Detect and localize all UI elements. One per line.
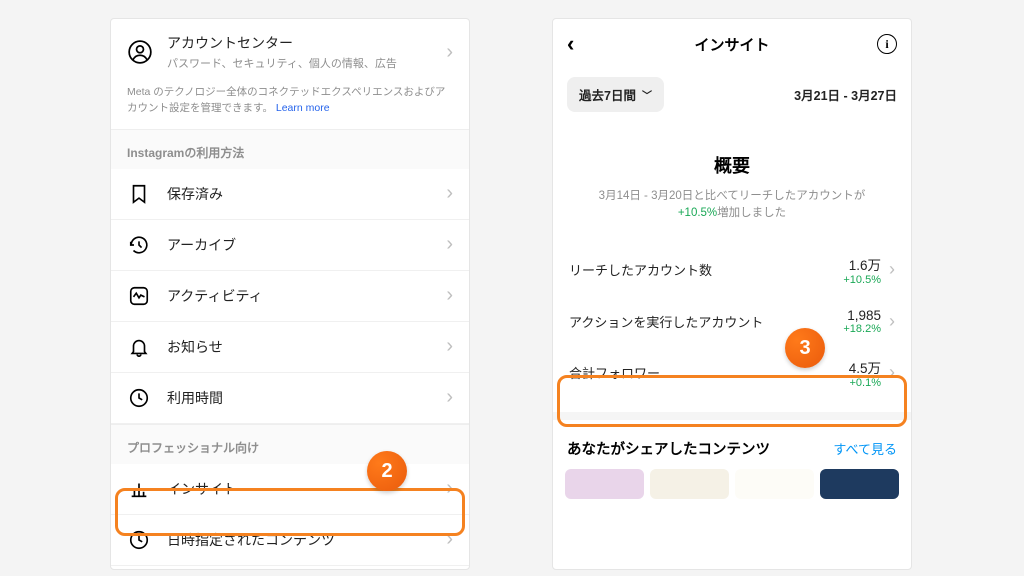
insights-icon (127, 477, 151, 501)
chevron-right-icon: › (446, 528, 453, 551)
section-divider (553, 412, 911, 420)
menu-notifications[interactable]: お知らせ › (111, 322, 469, 373)
content-card[interactable] (650, 469, 729, 499)
date-range-label: 3月21日 - 3月27日 (794, 85, 897, 104)
stat-total-followers[interactable]: 合計フォロワー 4.5万 +0.1% › (553, 346, 911, 400)
overview-subtext: 3月14日 - 3月20日と比べてリーチしたアカウントが +10.5%増加しまし… (553, 188, 911, 243)
stat-reached-accounts[interactable]: リーチしたアカウント数 1.6万 +10.5% › (553, 243, 911, 297)
step-badge-3: 3 (785, 328, 825, 368)
menu-saved[interactable]: 保存済み › (111, 169, 469, 220)
overview-heading: 概要 (553, 128, 911, 188)
chevron-right-icon: › (446, 182, 453, 205)
shared-content-cards (553, 469, 911, 499)
shared-content-title: あなたがシェアしたコンテンツ (567, 438, 833, 459)
scheduled-icon (127, 528, 151, 552)
menu-scheduled[interactable]: 日時指定されたコンテンツ › (111, 515, 469, 566)
see-all-link[interactable]: すべて見る (833, 439, 897, 458)
chevron-right-icon: › (889, 259, 895, 280)
info-icon[interactable]: i (877, 34, 897, 54)
chevron-right-icon: › (889, 362, 895, 383)
content-card[interactable] (735, 469, 814, 499)
content-card[interactable] (820, 469, 899, 499)
chevron-right-icon: › (446, 477, 453, 500)
meta-note: Meta のテクノロジー全体のコネクテッドエクスペリエンスおよびアカウント設定を… (111, 79, 469, 129)
content-card[interactable] (565, 469, 644, 499)
menu-activity[interactable]: アクティビティ › (111, 271, 469, 322)
account-center-subtitle: パスワード、セキュリティ、個人の情報、広告 (167, 55, 446, 71)
chevron-right-icon: › (446, 335, 453, 358)
chevron-right-icon: › (446, 41, 453, 64)
insights-title: インサイト (591, 34, 873, 55)
learn-more-link[interactable]: Learn more (276, 102, 330, 114)
step-badge-2: 2 (367, 451, 407, 491)
section-header-usage: Instagramの利用方法 (111, 129, 469, 169)
archive-icon (127, 233, 151, 257)
menu-archive[interactable]: アーカイブ › (111, 220, 469, 271)
insights-header: ‹ インサイト i (553, 19, 911, 69)
account-center-icon (127, 39, 153, 65)
chevron-right-icon: › (889, 311, 895, 332)
clock-icon (127, 386, 151, 410)
insights-screen: ‹ インサイト i 過去7日間 ﹀ 3月21日 - 3月27日 概要 3月14日… (552, 18, 912, 570)
chevron-down-icon: ﹀ (642, 87, 652, 102)
section-header-professional: プロフェッショナル向け (111, 424, 469, 464)
bookmark-icon (127, 182, 151, 206)
settings-screen: アカウントセンター パスワード、セキュリティ、個人の情報、広告 › Meta の… (110, 18, 470, 570)
activity-icon (127, 284, 151, 308)
shared-content-header: あなたがシェアしたコンテンツ すべて見る (553, 420, 911, 469)
stat-engaged-accounts[interactable]: アクションを実行したアカウント 1,985 +18.2% › (553, 297, 911, 346)
chevron-right-icon: › (446, 233, 453, 256)
chevron-right-icon: › (446, 386, 453, 409)
back-icon[interactable]: ‹ (567, 31, 591, 57)
chevron-right-icon: › (446, 284, 453, 307)
menu-time[interactable]: 利用時間 › (111, 373, 469, 424)
date-period-selector[interactable]: 過去7日間 ﹀ (567, 77, 664, 112)
bell-icon (127, 335, 151, 359)
date-filter-bar: 過去7日間 ﹀ 3月21日 - 3月27日 (553, 69, 911, 128)
account-center-title: アカウントセンター (167, 33, 446, 53)
account-center-row[interactable]: アカウントセンター パスワード、セキュリティ、個人の情報、広告 › (111, 19, 469, 79)
menu-insights[interactable]: インサイト › (111, 464, 469, 515)
